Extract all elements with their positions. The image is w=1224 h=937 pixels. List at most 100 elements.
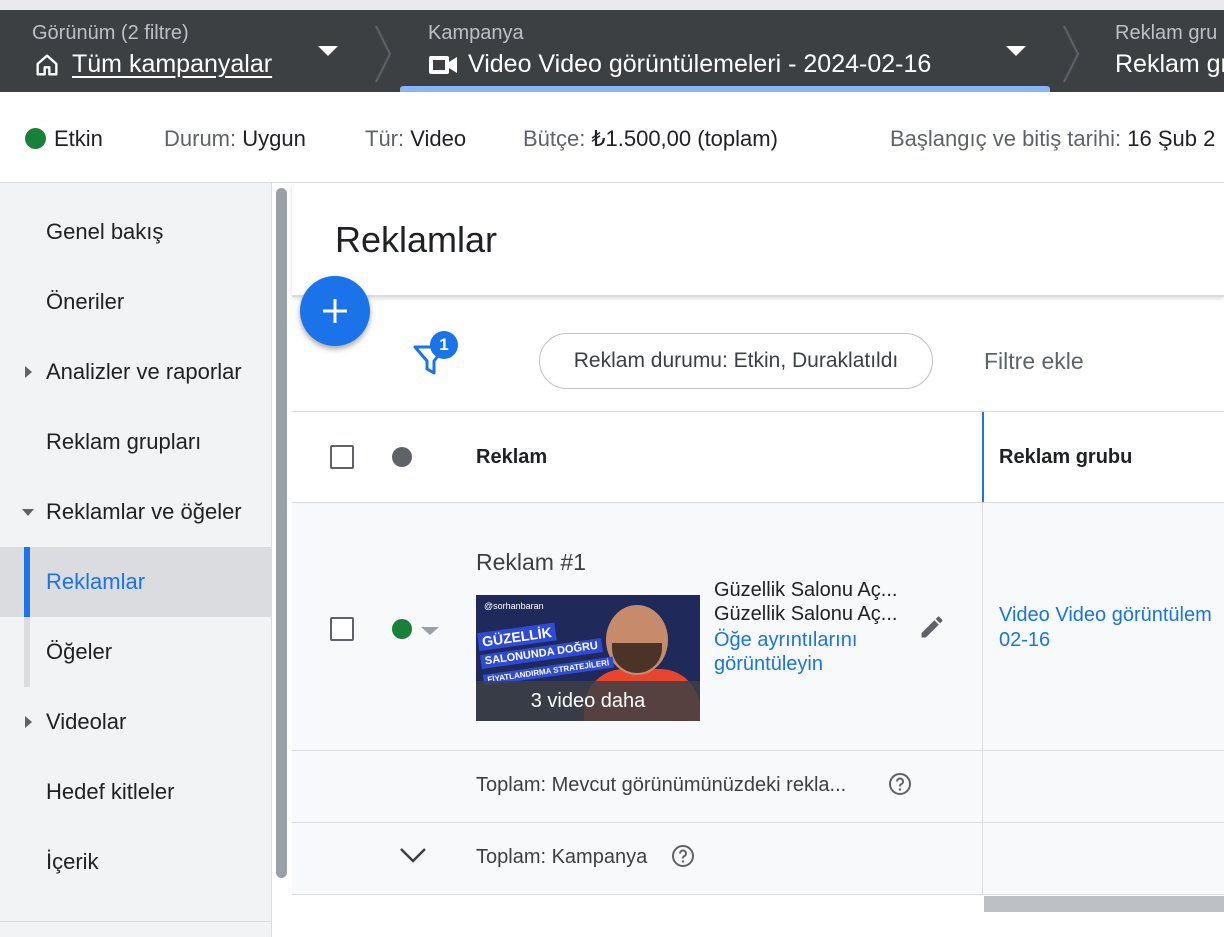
sidebar-item-label: Videolar [46,709,127,734]
sidebar-item-label: Hedef kitleler [46,779,175,804]
page-title: Reklamlar [335,219,498,260]
select-all-checkbox[interactable] [330,445,354,469]
status-badge[interactable]: Etkin [25,126,103,152]
view-asset-details-link[interactable]: Öğe ayrıntılarını [714,629,857,652]
ad-title: Reklam #1 [476,549,586,575]
status-dot-icon [25,128,46,149]
status-dot-icon [392,619,412,639]
more-videos-label: 3 video daha [476,681,700,721]
column-divider [982,823,983,894]
add-filter-button[interactable]: Filtre ekle [984,348,1084,375]
home-icon [32,51,62,79]
video-thumbnail[interactable]: @sorhanbaran GÜZELLİK SALONUNDA DOĞRU Fİ… [476,595,700,721]
dates-field[interactable]: Başlangıç ve bitiş tarihi: 16 Şub 2 [890,126,1215,152]
ad-headline: Güzellik Salonu Aç... [714,603,898,625]
help-icon[interactable] [671,844,695,868]
horizontal-scrollbar[interactable] [984,896,1224,912]
sidebar-item-label: Öneriler [46,289,125,314]
butce-label: Bütçe: [523,126,586,151]
sidebar-item-ad-groups[interactable]: Reklam grupları [0,407,271,477]
add-ad-button[interactable] [300,276,370,346]
ad-status-filter-chip[interactable]: Reklam durumu: Etkin, Duraklatıldı [539,333,933,389]
campaign-selector[interactable]: Kampanya Video Video görüntülemeleri - 2… [428,10,1038,92]
sidebar-item-ads-assets[interactable]: Reklamlar ve öğeler [0,477,271,547]
sidebar-item-label: Genel bakış [46,219,164,244]
expand-arrow-icon[interactable] [25,366,32,378]
help-icon[interactable] [888,772,912,796]
chevron-down-icon[interactable] [1006,46,1026,56]
column-resize-handle[interactable] [982,412,984,502]
tur-value: Video [410,126,467,151]
adgroup-label: Reklam gru [1115,22,1218,44]
sidebar-item-recommendations[interactable]: Öneriler [0,267,271,337]
chevron-down-icon[interactable] [398,843,428,867]
sidebar-item-label: Reklam grupları [46,429,202,454]
view-value[interactable]: Tüm kampanyalar [72,50,272,79]
sidebar-item-label: Öğeler [46,639,113,664]
adgroup-link[interactable]: Video Video görüntülem 02-16 [999,603,1212,653]
view-selector[interactable]: Görünüm (2 filtre) Tüm kampanyalar [32,10,372,92]
view-asset-details-link[interactable]: görüntüleyin [714,653,823,676]
collapse-arrow-icon[interactable] [22,509,34,516]
sidebar-item-overview[interactable]: Genel bakış [0,197,271,267]
sidebar-item-videos[interactable]: Videolar [0,687,271,757]
status-value: Etkin [54,126,103,151]
total-campaign-label: Toplam: Kampanya [476,846,648,868]
campaign-status-bar: Etkin Durum: Uygun Tür: Video Bütçe: ₺1.… [0,92,1224,183]
sidebar-item-label: Reklamlar ve öğeler [46,499,242,524]
expand-arrow-icon[interactable] [25,716,32,728]
durum-field: Durum: Uygun [164,126,306,152]
dates-label: Başlangıç ve bitiş tarihi: [890,126,1122,151]
plus-icon [323,299,347,323]
breadcrumb-separator-icon [375,25,392,83]
adgroup-link-text: Video Video görüntülem [999,604,1212,626]
tur-field: Tür: Video [365,126,466,152]
durum-label: Durum: [164,126,237,151]
status-column-icon[interactable] [392,447,412,467]
breadcrumb-separator-icon [1063,25,1080,83]
row-checkbox[interactable] [330,617,354,641]
dates-value: 16 Şub 2 [1127,126,1216,151]
column-divider [982,751,983,822]
sidebar-item-content[interactable]: İçerik [0,827,271,897]
table-row[interactable]: Reklam #1 @sorhanbaran GÜZELLİK SALONUND… [292,503,1224,751]
sidebar: Genel bakış Öneriler Analizler ve raporl… [0,183,272,937]
breadcrumb: Görünüm (2 filtre) Tüm kampanyalar Kampa… [0,10,1224,92]
sidebar-item-insights-reports[interactable]: Analizler ve raporlar [0,337,271,407]
status-dropdown-icon[interactable] [421,627,439,635]
view-label: Görünüm (2 filtre) [32,22,189,44]
sidebar-item-label: Reklamlar [46,569,146,594]
edit-pencil-icon[interactable] [918,613,946,641]
page-header: Reklamlar [292,183,1224,297]
thumbnail-handle: @sorhanbaran [484,601,544,611]
window-top-strip [0,0,1224,10]
ad-headline: Güzellik Salonu Aç... [714,579,898,601]
table-total-row: Toplam: Kampanya [292,823,1224,895]
sidebar-item-label: Analizler ve raporlar [46,359,242,384]
tur-label: Tür: [365,126,405,151]
sidebar-divider [0,921,271,922]
table-total-row: Toplam: Mevcut görünümünüzdeki rekla... [292,751,1224,823]
sidebar-item-assets[interactable]: Öğeler [0,617,271,687]
total-view-label: Toplam: Mevcut görünümünüzdeki rekla... [476,774,847,796]
sidebar-scrollbar[interactable] [276,188,287,878]
thumbnail-promo-text: GÜZELLİK SALONUNDA DOĞRU FİYATLANDIRMA S… [477,614,614,686]
filter-count-badge: 1 [430,331,458,359]
sidebar-item-ads[interactable]: Reklamlar [0,547,271,617]
campaign-value[interactable]: Video Video görüntülemeleri - 2024-02-16 [468,50,931,79]
main-content: Reklamlar 1 Reklam durumu: Etkin, Durakl… [292,183,1224,937]
campaign-label: Kampanya [428,22,524,44]
column-header-ad[interactable]: Reklam [476,446,547,469]
table-header: Reklam Reklam grubu [292,411,1224,504]
chevron-down-icon[interactable] [318,46,338,56]
adgroup-selector[interactable]: Reklam gru Reklam gr [1115,10,1224,92]
adgroup-value[interactable]: Reklam gr [1115,50,1224,79]
column-divider [982,503,983,750]
column-header-adgroup[interactable]: Reklam grubu [999,446,1132,469]
video-camera-icon [428,51,458,79]
adgroup-link-text: 02-16 [999,629,1051,651]
sidebar-item-label: İçerik [46,849,99,874]
sidebar-item-audiences[interactable]: Hedef kitleler [0,757,271,827]
durum-value: Uygun [242,126,306,151]
butce-field[interactable]: Bütçe: ₺1.500,00 (toplam) [523,126,778,152]
